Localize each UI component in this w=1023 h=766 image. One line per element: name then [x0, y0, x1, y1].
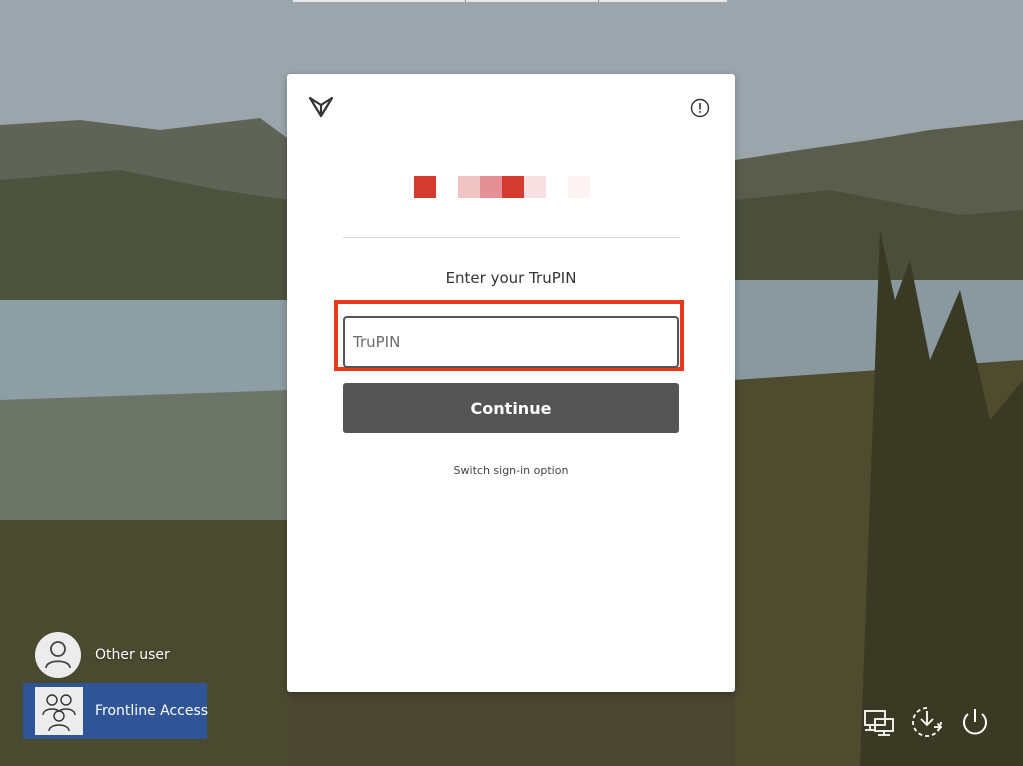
toolbar-separator	[598, 0, 599, 2]
trupin-input[interactable]	[343, 316, 679, 368]
network-icon[interactable]	[862, 705, 896, 739]
switch-signin-option-link[interactable]: Switch sign-in option	[287, 464, 735, 477]
yubico-style-logo-icon	[309, 96, 333, 118]
identicon-pixel	[502, 176, 524, 198]
accessibility-icon[interactable]	[910, 705, 944, 739]
user-name: Other user	[95, 647, 170, 663]
user-name: Frontline Access	[95, 703, 209, 719]
identicon-pixel	[480, 176, 502, 198]
user-tile-other-user[interactable]: Other user	[35, 632, 235, 678]
pin-prompt: Enter your TruPIN	[445, 269, 577, 287]
avatar	[35, 632, 81, 678]
power-icon[interactable]	[958, 705, 992, 739]
divider	[343, 237, 679, 238]
toolbar-separator	[465, 0, 466, 2]
signin-card: Enter your TruPIN Continue Switch sign-i…	[287, 74, 735, 692]
identicon-pixel	[568, 176, 590, 198]
top-toolbar-strip	[293, 0, 727, 2]
identicon-pixel	[458, 176, 480, 198]
account-identicon	[414, 176, 594, 198]
avatar	[35, 687, 83, 735]
lock-screen: Enter your TruPIN Continue Switch sign-i…	[0, 0, 1023, 766]
user-group-icon	[42, 694, 76, 732]
info-circle-icon[interactable]	[690, 98, 710, 118]
user-tile-frontline-access[interactable]: Frontline Access	[23, 683, 209, 739]
identicon-pixel	[414, 176, 436, 198]
identicon-pixel	[524, 176, 546, 198]
user-silhouette-icon	[45, 641, 71, 669]
continue-button[interactable]: Continue	[343, 383, 679, 433]
